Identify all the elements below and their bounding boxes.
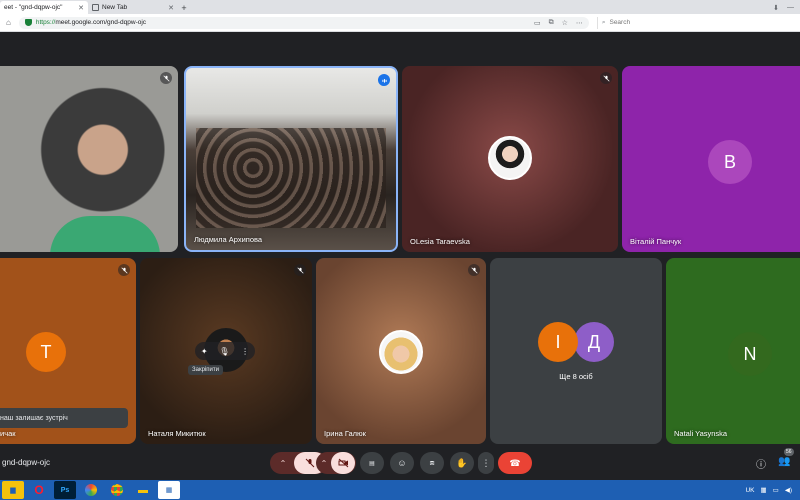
emoji-icon: ☺	[397, 458, 407, 468]
more-options-icon[interactable]: ⋮	[241, 347, 249, 356]
translate-icon[interactable]: ⧉	[549, 19, 554, 27]
reader-icon[interactable]: ▭	[534, 19, 541, 27]
address-bar[interactable]: https://meet.google.com/gnd-dqpw-ojc ▭ ⧉…	[18, 16, 589, 29]
menu-dots-icon[interactable]: ⋯	[576, 19, 583, 27]
url-scheme: https://	[35, 19, 56, 26]
app-icon[interactable]: ▦	[158, 481, 180, 499]
mic-off-icon	[294, 264, 306, 276]
others-count-label: Ще 8 осіб	[559, 372, 593, 381]
mute-participant-icon[interactable]: 🎙	[219, 347, 229, 356]
photos-icon[interactable]	[80, 481, 102, 499]
search-icon: ⌕	[601, 18, 606, 26]
tab-title: eet - "gnd-dqpw-ojc"	[4, 4, 63, 11]
participant-tile[interactable]: В Віталій Панчук	[622, 66, 800, 252]
hand-icon: ✋	[456, 457, 468, 468]
avatar: N	[728, 332, 772, 376]
avatar	[379, 330, 423, 374]
participant-tile-speaking[interactable]: Людмила Архипова	[184, 66, 398, 252]
volume-icon[interactable]: ◀)	[785, 486, 792, 494]
tab-title: New Tab	[102, 4, 128, 11]
language-indicator[interactable]: UK	[745, 487, 754, 494]
people-icon[interactable]: 👥	[778, 456, 790, 467]
participant-tile[interactable]: N Natali Yasynska	[666, 258, 800, 444]
mic-off-icon	[468, 264, 480, 276]
video-feed	[196, 128, 386, 228]
chrome-icon[interactable]	[106, 481, 128, 499]
home-icon[interactable]: ⌂	[6, 18, 11, 27]
video-feed	[50, 216, 160, 252]
captions-icon: ▤	[369, 460, 375, 467]
network-icon[interactable]: ▦	[761, 486, 767, 494]
camera-toggle-button[interactable]	[331, 452, 355, 474]
tab-meet[interactable]: eet - "gnd-dqpw-ojc" ✕	[0, 1, 88, 14]
folder-icon[interactable]: ▆	[2, 481, 24, 499]
camera-off-icon	[338, 458, 348, 468]
chevron-up-icon[interactable]: ⌃	[272, 452, 294, 474]
browser-toolbar: ⌂ https://meet.google.com/gnd-dqpw-ojc ▭…	[0, 14, 800, 32]
photoshop-icon[interactable]: Ps	[54, 481, 76, 499]
mic-off-icon	[600, 72, 612, 84]
captions-button[interactable]: ▤	[360, 452, 384, 474]
system-tray: UK ▦ ▭ ◀)	[745, 486, 800, 495]
mic-off-icon	[118, 264, 130, 276]
participant-name: OLesia Taraevska	[410, 237, 470, 246]
close-icon[interactable]: ✕	[168, 4, 174, 12]
pin-icon[interactable]: ✦	[201, 347, 208, 356]
browser-tab-bar: eet - "gnd-dqpw-ojc" ✕ New Tab ✕ + ⬇ —	[0, 0, 800, 14]
participant-name: ичак	[0, 429, 16, 438]
leave-call-button[interactable]: ☎	[498, 452, 532, 474]
tooltip: Закріпити	[188, 365, 223, 375]
close-icon[interactable]: ✕	[78, 4, 84, 12]
participant-count-badge: 56	[784, 448, 794, 456]
tile-hover-controls: ✦ 🎙 ⋮	[195, 342, 255, 360]
camera-control-group: ⌃	[316, 452, 356, 474]
participant-tile[interactable]: Ірина Галюк	[316, 258, 486, 444]
url-text: meet.google.com/gnd-dqpw-ojc	[55, 19, 147, 26]
file-explorer-icon[interactable]: ▬	[132, 481, 154, 499]
participant-tile[interactable]: OLesia Taraevska	[402, 66, 618, 252]
others-tile[interactable]: І Д Ще 8 осіб	[490, 258, 662, 444]
participant-name: Ірина Галюк	[324, 429, 366, 438]
hang-up-icon: ☎	[509, 457, 521, 468]
new-tab-button[interactable]: +	[178, 1, 190, 14]
avatar: Д	[574, 322, 614, 362]
participant-name: Наталя Микитюк	[148, 429, 206, 438]
avatar: І	[538, 322, 578, 362]
mic-off-icon	[305, 458, 315, 468]
battery-icon[interactable]: ▭	[773, 486, 779, 494]
reactions-button[interactable]: ☺	[390, 452, 414, 474]
search-box[interactable]: ⌕	[596, 16, 747, 29]
more-vert-icon: ⋮	[481, 457, 491, 468]
more-options-button[interactable]: ⋮	[478, 452, 494, 474]
participant-name: Віталій Панчук	[630, 237, 682, 246]
chevron-up-icon[interactable]: ⌃	[317, 452, 331, 474]
participant-tile[interactable]	[0, 66, 178, 252]
participant-name: Людмила Архипова	[194, 235, 263, 244]
tab-new-tab[interactable]: New Tab ✕	[88, 1, 178, 14]
info-icon[interactable]: ⓘ	[756, 456, 766, 471]
speaking-icon	[378, 74, 390, 86]
opera-icon[interactable]: O	[28, 481, 50, 499]
minimize-icon[interactable]: —	[787, 4, 794, 11]
present-button[interactable]: ⧈	[420, 452, 444, 474]
avatar: Т	[26, 332, 66, 372]
window-controls: ⬇ —	[773, 1, 800, 14]
os-taskbar: ▆ O Ps ▬ ▦ UK ▦ ▭ ◀)	[0, 480, 800, 500]
avatar	[488, 136, 532, 180]
search-input[interactable]	[609, 19, 730, 26]
page-icon	[92, 4, 99, 11]
participant-name: Natali Yasynska	[674, 429, 728, 438]
meeting-controls-bar: gnd-dqpw-ojc ⌃ ⌃ ▤ ☺ ⧈ ✋ ⋮ ☎ ⓘ 👥 56	[0, 448, 800, 480]
star-icon[interactable]: ☆	[562, 19, 568, 27]
meeting-code: gnd-dqpw-ojc	[2, 458, 51, 467]
mic-off-icon	[160, 72, 172, 84]
notification-toast: наш залишає зустріч	[0, 408, 128, 428]
download-icon[interactable]: ⬇	[773, 4, 779, 12]
present-icon: ⧈	[429, 458, 435, 467]
raise-hand-button[interactable]: ✋	[450, 452, 474, 474]
shield-icon	[24, 19, 32, 26]
avatar: В	[708, 140, 752, 184]
